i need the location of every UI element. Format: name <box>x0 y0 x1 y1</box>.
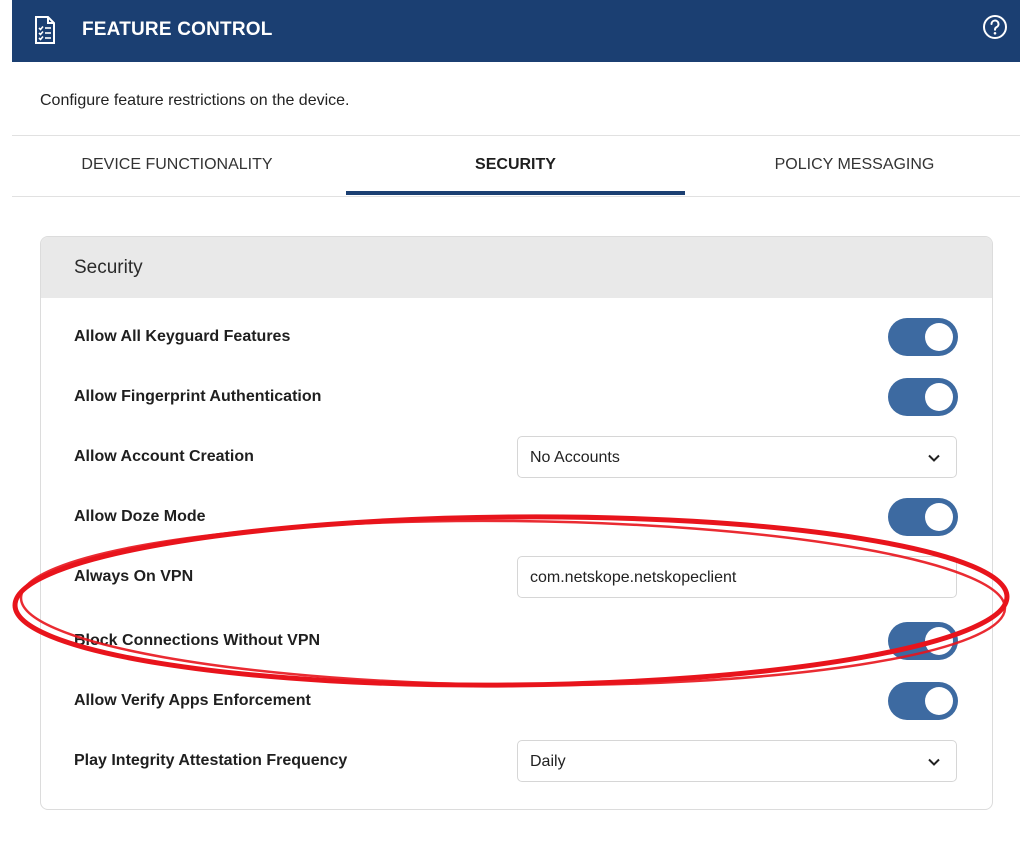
setting-label: Allow Account Creation <box>74 448 254 465</box>
active-tab-indicator <box>346 191 685 195</box>
setting-label: Always On VPN <box>74 568 194 585</box>
feature-control-page: FEATURE CONTROL Configure feature restri… <box>0 0 1024 841</box>
chevron-down-icon <box>928 454 940 462</box>
page-title: FEATURE CONTROL <box>82 19 273 40</box>
setting-label: Block Connections Without VPN <box>74 632 321 649</box>
security-card: Security Allow All Keyguard Features All… <box>40 236 993 810</box>
tab-policy-messaging[interactable]: POLICY MESSAGING <box>689 138 1020 196</box>
setting-label: Allow All Keyguard Features <box>74 328 291 345</box>
block-connections-without-vpn-toggle[interactable] <box>888 622 958 660</box>
setting-label: Allow Verify Apps Enforcement <box>74 692 311 709</box>
setting-row-allow-account-creation: Allow Account Creation No Accounts <box>41 427 992 487</box>
account-creation-select[interactable]: No Accounts <box>517 436 957 478</box>
keyguard-features-toggle[interactable] <box>888 318 958 356</box>
always-on-vpn-input[interactable]: com.netskope.netskopeclient <box>517 556 957 598</box>
setting-label: Allow Doze Mode <box>74 508 206 525</box>
page-description: Configure feature restrictions on the de… <box>40 92 350 109</box>
divider <box>12 196 1020 197</box>
doze-mode-toggle[interactable] <box>888 498 958 536</box>
card-header: Security <box>41 237 992 298</box>
verify-apps-enforcement-toggle[interactable] <box>888 682 958 720</box>
select-value: No Accounts <box>530 449 620 466</box>
setting-row-always-on-vpn: Always On VPN com.netskope.netskopeclien… <box>41 547 992 607</box>
setting-row-play-integrity-attestation-frequency: Play Integrity Attestation Frequency Dai… <box>41 731 992 791</box>
tab-security[interactable]: SECURITY <box>346 138 685 196</box>
header-bar: FEATURE CONTROL <box>12 0 1020 62</box>
setting-row-allow-all-keyguard-features: Allow All Keyguard Features <box>41 307 992 367</box>
attestation-frequency-select[interactable]: Daily <box>517 740 957 782</box>
toggle-knob <box>925 503 953 531</box>
help-circle-icon[interactable] <box>982 14 1008 40</box>
toggle-knob <box>925 383 953 411</box>
setting-label: Allow Fingerprint Authentication <box>74 388 322 405</box>
toggle-knob <box>925 627 953 655</box>
tab-bar: DEVICE FUNCTIONALITY SECURITY POLICY MES… <box>12 138 1020 196</box>
fingerprint-authentication-toggle[interactable] <box>888 378 958 416</box>
input-value: com.netskope.netskopeclient <box>530 569 737 586</box>
document-checklist-icon <box>35 16 55 44</box>
setting-row-block-connections-without-vpn: Block Connections Without VPN <box>41 611 992 671</box>
toggle-knob <box>925 687 953 715</box>
setting-row-allow-doze-mode: Allow Doze Mode <box>41 487 992 547</box>
select-value: Daily <box>530 753 566 770</box>
setting-row-allow-verify-apps-enforcement: Allow Verify Apps Enforcement <box>41 671 992 731</box>
divider <box>12 135 1020 136</box>
setting-row-allow-fingerprint-authentication: Allow Fingerprint Authentication <box>41 367 992 427</box>
chevron-down-icon <box>928 758 940 766</box>
setting-label: Play Integrity Attestation Frequency <box>74 752 348 769</box>
toggle-knob <box>925 323 953 351</box>
card-title: Security <box>74 257 143 278</box>
tab-device-functionality[interactable]: DEVICE FUNCTIONALITY <box>12 138 342 196</box>
